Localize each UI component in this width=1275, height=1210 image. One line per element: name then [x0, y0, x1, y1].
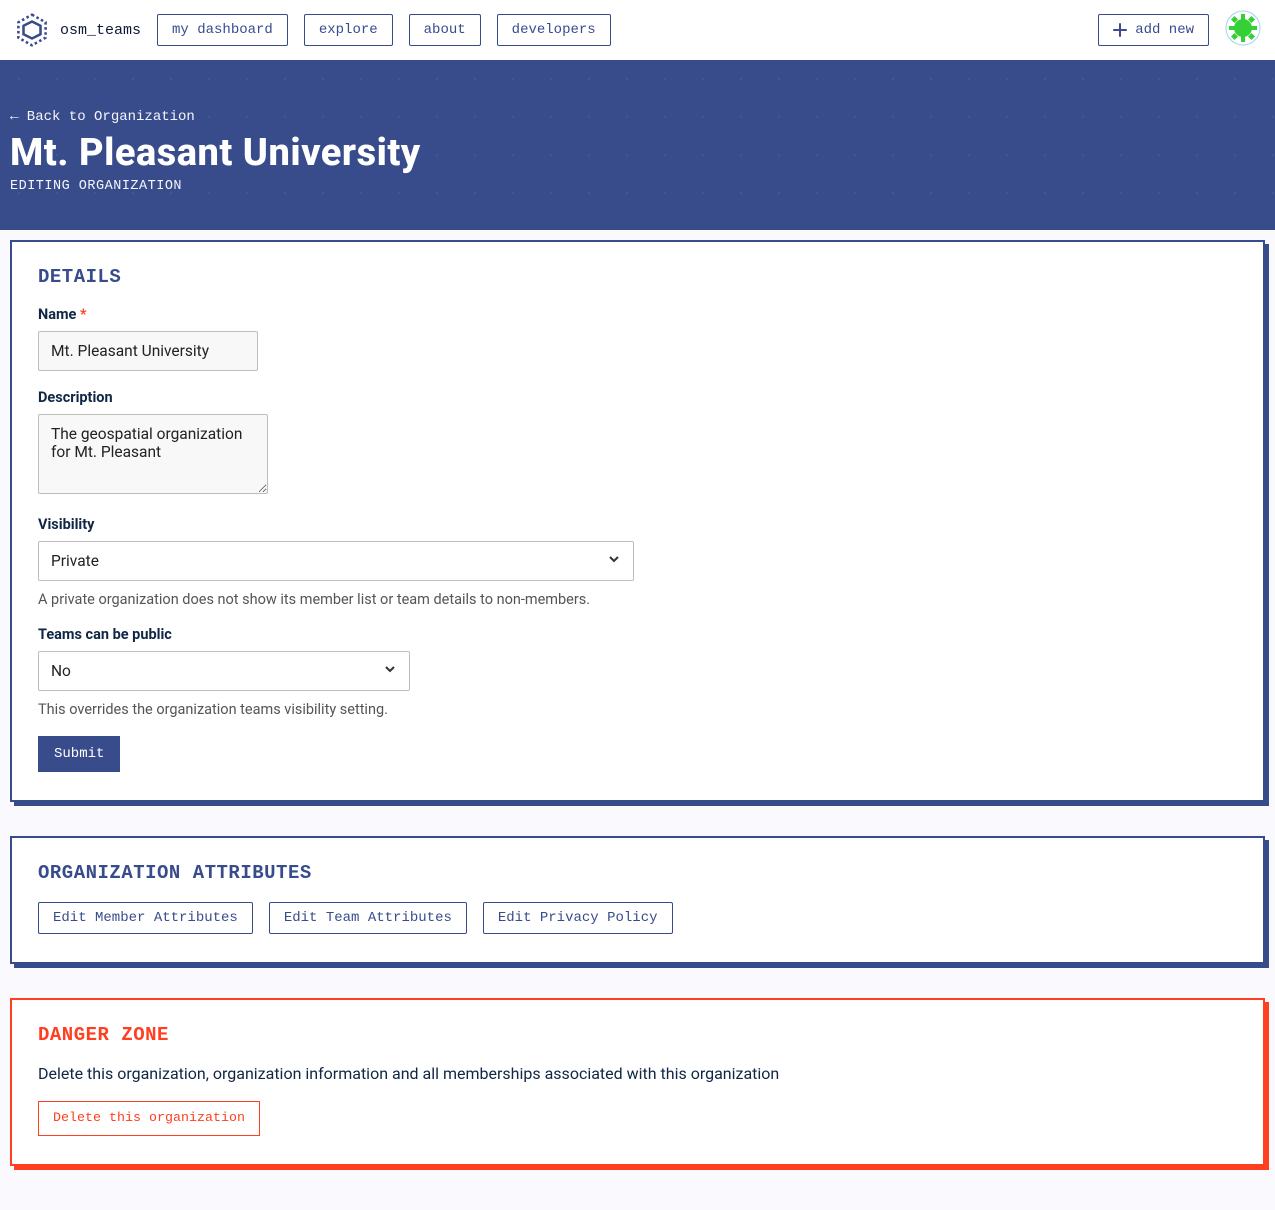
danger-zone-heading: DANGER ZONE — [38, 1024, 1237, 1046]
teams-public-field: Teams can be public No This overrides th… — [38, 626, 638, 718]
chevron-down-icon — [607, 552, 621, 570]
nav-item-about[interactable]: about — [409, 14, 481, 46]
page-subtitle: EDITING ORGANIZATION — [10, 179, 1265, 194]
name-input[interactable] — [38, 331, 258, 371]
teams-public-hint: This overrides the organization teams vi… — [38, 701, 638, 718]
plus-icon — [1113, 23, 1127, 37]
details-panel: DETAILS Name Description Visibility Priv… — [10, 240, 1265, 802]
delete-organization-button[interactable]: Delete this organization — [38, 1101, 260, 1136]
visibility-field: Visibility Private A private organizatio… — [38, 516, 738, 608]
danger-zone-panel: DANGER ZONE Delete this organization, or… — [10, 998, 1265, 1166]
nav-item-explore[interactable]: explore — [304, 14, 393, 46]
edit-member-attributes-button[interactable]: Edit Member Attributes — [38, 902, 253, 934]
teams-public-label: Teams can be public — [38, 626, 638, 643]
visibility-value: Private — [51, 552, 99, 570]
page-header: ← Back to Organization Mt. Pleasant Univ… — [0, 60, 1275, 230]
brand-link[interactable]: osm_teams — [14, 12, 141, 48]
add-new-button[interactable]: add new — [1098, 14, 1209, 46]
back-to-organization-link[interactable]: ← Back to Organization — [10, 109, 195, 125]
nav-item-my-dashboard[interactable]: my dashboard — [157, 14, 288, 46]
add-new-label: add new — [1135, 22, 1194, 38]
description-label: Description — [38, 389, 638, 406]
visibility-label: Visibility — [38, 516, 738, 533]
danger-zone-text: Delete this organization, organization i… — [38, 1064, 1237, 1083]
avatar[interactable] — [1225, 10, 1261, 50]
description-textarea[interactable] — [38, 414, 268, 494]
nav-item-developers[interactable]: developers — [497, 14, 611, 46]
details-heading: DETAILS — [38, 266, 1237, 288]
organization-attributes-heading: ORGANIZATION ATTRIBUTES — [38, 862, 1237, 884]
edit-team-attributes-button[interactable]: Edit Team Attributes — [269, 902, 467, 934]
brand-text: osm_teams — [60, 22, 141, 39]
teams-public-value: No — [51, 662, 71, 680]
chevron-down-icon — [383, 662, 397, 680]
top-nav: osm_teams my dashboard explore about dev… — [0, 0, 1275, 60]
brand-logo-icon — [14, 12, 50, 48]
page-title: Mt. Pleasant University — [10, 131, 1265, 175]
submit-button[interactable]: Submit — [38, 736, 120, 772]
visibility-hint: A private organization does not show its… — [38, 591, 738, 608]
description-field: Description — [38, 389, 638, 498]
organization-attributes-panel: ORGANIZATION ATTRIBUTES Edit Member Attr… — [10, 836, 1265, 964]
visibility-select[interactable]: Private — [38, 541, 634, 581]
teams-public-select[interactable]: No — [38, 651, 410, 691]
name-field: Name — [38, 306, 638, 371]
name-label: Name — [38, 306, 638, 323]
edit-privacy-policy-button[interactable]: Edit Privacy Policy — [483, 902, 673, 934]
